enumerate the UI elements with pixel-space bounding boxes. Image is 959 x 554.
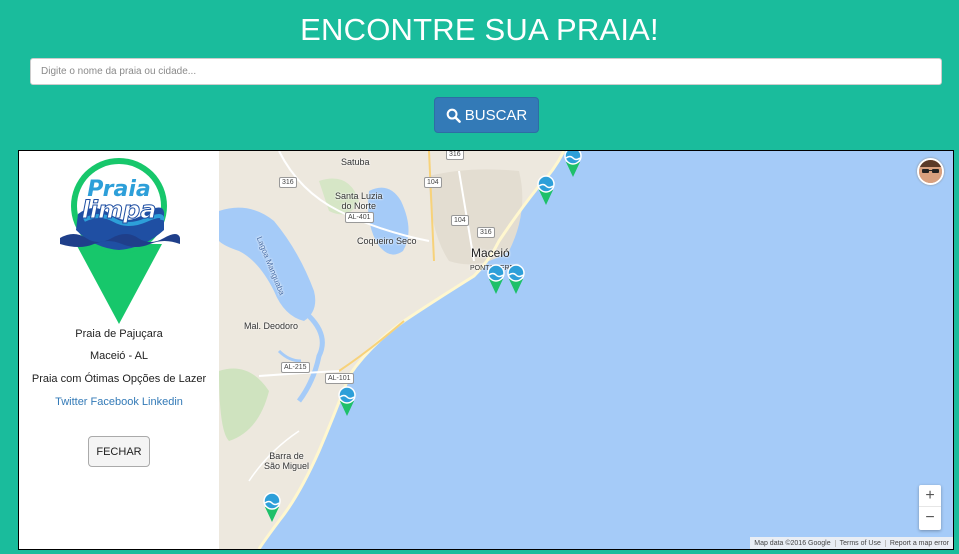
search-input[interactable]	[30, 58, 942, 85]
beach-marker[interactable]	[336, 386, 358, 418]
map-label-satuba: Satuba	[341, 157, 370, 167]
road-badge: AL-401	[345, 212, 374, 223]
map-label-barra: Barra de São Miguel	[264, 451, 310, 471]
road-badge: 104	[451, 215, 469, 226]
page-title: ENCONTRE SUA PRAIA!	[300, 12, 659, 47]
map-land	[219, 151, 566, 549]
linkedin-link[interactable]: Linkedin	[142, 396, 183, 408]
facebook-link[interactable]: Facebook	[91, 396, 139, 408]
beach-name: Praia de Pajuçara	[75, 328, 163, 340]
beach-info-panel: Praia limpa Praia de Pajuçara Maceió - A…	[19, 151, 219, 549]
twitter-link[interactable]: Twitter	[55, 396, 87, 408]
close-button[interactable]: FECHAR	[88, 436, 150, 467]
zoom-in-button[interactable]: +	[919, 485, 941, 507]
beach-location: Maceió - AL	[89, 350, 149, 362]
beach-marker[interactable]	[261, 492, 283, 524]
road-badge: 316	[446, 151, 464, 160]
map-panel: Praia limpa Praia de Pajuçara Maceió - A…	[18, 150, 954, 550]
zoom-out-button[interactable]: −	[919, 507, 941, 529]
beach-marker[interactable]	[505, 264, 527, 296]
search-button[interactable]: BUSCAR	[434, 97, 539, 133]
road-badge: 316	[279, 177, 297, 188]
report-map-error-link[interactable]: Report a map error	[884, 539, 953, 547]
search-button-label: BUSCAR	[464, 106, 528, 124]
terms-of-use-link[interactable]: Terms of Use	[834, 539, 885, 547]
praia-limpa-logo: Praia limpa	[60, 158, 180, 324]
avatar[interactable]	[917, 158, 944, 185]
map-data-credit: Map data ©2016 Google	[754, 539, 831, 547]
beach-marker[interactable]	[485, 264, 507, 296]
road-badge: 104	[424, 177, 442, 188]
search-icon	[446, 108, 461, 123]
beach-marker[interactable]	[535, 175, 557, 207]
map[interactable]: Satuba Santa Luzia do Norte Coqueiro Sec…	[219, 151, 953, 549]
road-badge: 316	[477, 227, 495, 238]
road-badge: AL-101	[325, 373, 354, 384]
map-label-mal-deodoro: Mal. Deodoro	[244, 321, 299, 331]
beach-description: Praia com Ótimas Opções de Lazer	[31, 373, 207, 385]
map-label-maceio: Maceió	[471, 246, 510, 260]
map-attribution: Map data ©2016 Google Terms of Use Repor…	[750, 537, 953, 549]
zoom-controls: + −	[919, 485, 941, 530]
svg-text:limpa: limpa	[82, 196, 157, 224]
beach-marker[interactable]	[562, 151, 584, 179]
map-label-santa-luzia: Santa Luzia do Norte	[335, 191, 383, 211]
map-label-coqueiro-seco: Coqueiro Seco	[357, 236, 417, 246]
road-badge: AL-215	[281, 362, 310, 373]
social-links: Twitter Facebook Linkedin	[19, 396, 219, 408]
